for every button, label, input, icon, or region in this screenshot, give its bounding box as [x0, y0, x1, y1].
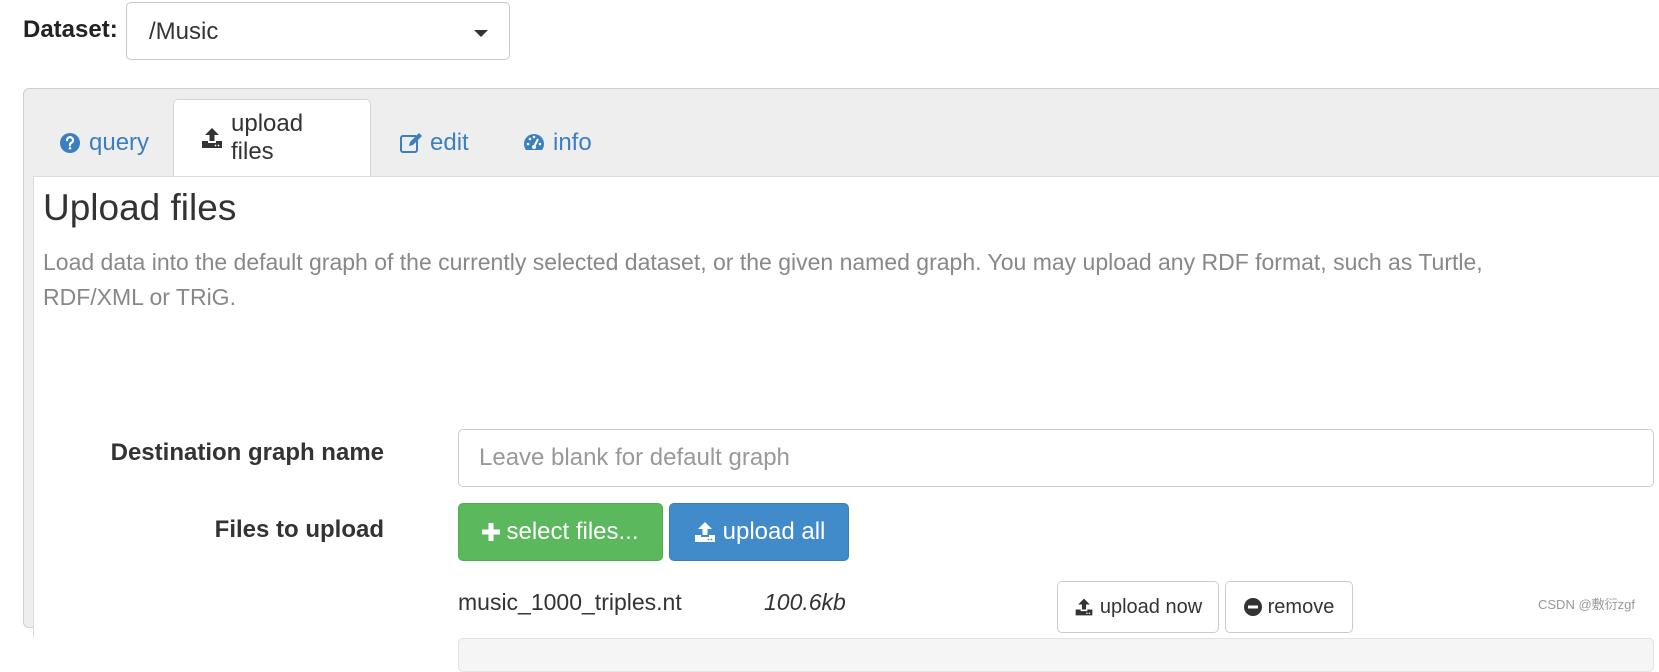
- tab-edit[interactable]: edit: [399, 111, 469, 175]
- upload-all-button[interactable]: upload all: [669, 503, 849, 561]
- question-circle-icon: [58, 131, 82, 155]
- edit-icon: [399, 131, 423, 155]
- tab-label: info: [553, 129, 592, 156]
- tab-label: query: [89, 129, 150, 156]
- upload-progress-bar: [458, 638, 1654, 672]
- dashboard-icon: [522, 131, 546, 155]
- tab-label: upload files: [231, 110, 304, 165]
- tab-info[interactable]: info: [522, 111, 592, 175]
- file-name: music_1000_triples.nt: [458, 589, 682, 615]
- page-title: Upload files: [43, 187, 237, 228]
- select-files-button[interactable]: select files...: [458, 503, 663, 561]
- destination-graph-label: Destination graph name: [110, 439, 384, 466]
- dataset-panel: query upload files edit info Upload file…: [23, 88, 1659, 672]
- upload-icon: [200, 126, 224, 150]
- dataset-selected-value: /Music: [149, 18, 219, 45]
- plus-icon: [482, 523, 501, 541]
- remove-button[interactable]: remove: [1225, 581, 1353, 633]
- destination-graph-input[interactable]: [458, 429, 1654, 487]
- upload-icon: [1074, 597, 1094, 617]
- files-to-upload-label: Files to upload: [214, 516, 384, 543]
- file-size: 100.6kb: [764, 589, 846, 615]
- upload-now-button[interactable]: upload now: [1057, 581, 1219, 633]
- minus-circle-icon: [1243, 598, 1262, 616]
- upload-icon: [693, 520, 717, 544]
- dataset-select[interactable]: /Music: [126, 2, 510, 60]
- upload-files-pane: Upload files Load data into the default …: [33, 176, 1659, 672]
- chevron-down-icon: [474, 30, 488, 37]
- tab-label: edit: [430, 129, 469, 156]
- watermark: CSDN @敷衍zgf: [1538, 597, 1635, 612]
- dataset-label: Dataset:: [23, 16, 118, 43]
- tab-upload-files[interactable]: upload files: [173, 99, 371, 176]
- tab-query[interactable]: query: [58, 111, 149, 175]
- upload-description: Load data into the default graph of the …: [43, 249, 1483, 310]
